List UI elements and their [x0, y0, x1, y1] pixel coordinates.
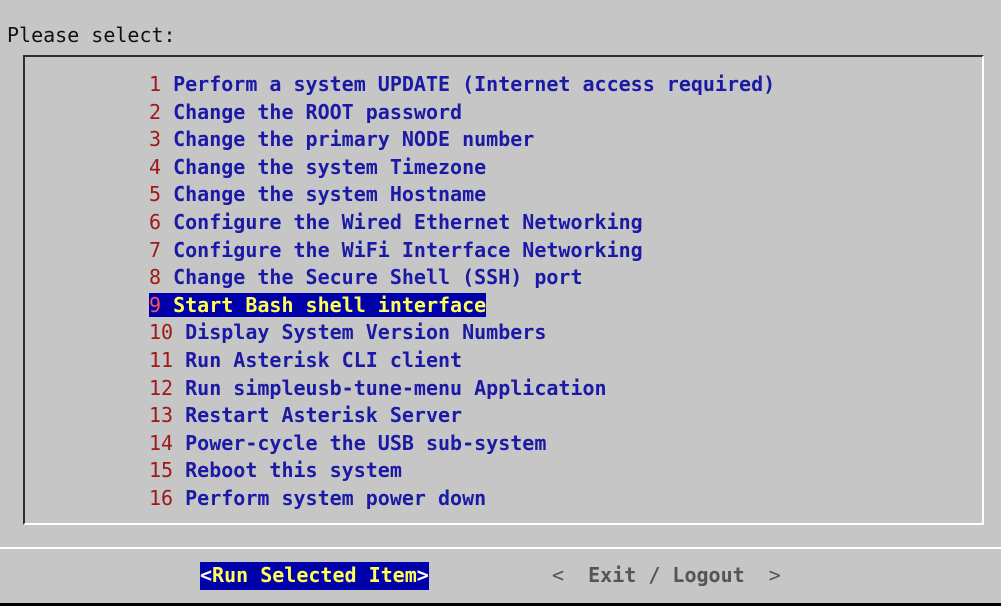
- menu-item-label: Start Bash shell interface: [173, 292, 487, 317]
- menu-item-tag: 13: [149, 403, 174, 428]
- menu-item-2[interactable]: 2 Change the ROOT password: [149, 99, 775, 127]
- menu-item-tag: 16: [149, 485, 174, 510]
- menu-item-5[interactable]: 5 Change the system Hostname: [149, 181, 775, 209]
- menu-item-tag: 6: [149, 209, 162, 234]
- menu-item-tag: 8: [149, 265, 162, 290]
- menu-item-label: Change the primary NODE number: [173, 127, 535, 152]
- menu-item-label: Run Asterisk CLI client: [185, 347, 463, 372]
- menu-item-12[interactable]: 12 Run simpleusb-tune-menu Application: [149, 375, 775, 403]
- menu-item-label: Perform a system UPDATE (Internet access…: [173, 72, 776, 96]
- button-bar: <Run Selected Item> < Exit / Logout >: [0, 556, 1001, 590]
- button-open-bracket: <: [200, 563, 213, 587]
- menu-item-label: Configure the Wired Ethernet Networking: [173, 209, 643, 234]
- menu-item-7[interactable]: 7 Configure the WiFi Interface Networkin…: [149, 237, 775, 265]
- menu-item-tag: 1: [149, 72, 162, 96]
- menu-item-tag: 11: [149, 347, 174, 372]
- menu-item-label: Change the Secure Shell (SSH) port: [173, 265, 583, 290]
- exit-logout-button[interactable]: < Exit / Logout >: [552, 562, 781, 590]
- menu-item-label: Change the ROOT password: [173, 99, 463, 124]
- menu-item-label: Run simpleusb-tune-menu Application: [185, 375, 607, 400]
- menu-item-4[interactable]: 4 Change the system Timezone: [149, 154, 775, 182]
- button-open-bracket: <: [552, 563, 565, 587]
- exit-logout-label: Exit / Logout: [588, 563, 745, 587]
- menu-item-10[interactable]: 10 Display System Version Numbers: [149, 319, 775, 347]
- button-separator: [0, 547, 1001, 549]
- menu-item-6[interactable]: 6 Configure the Wired Ethernet Networkin…: [149, 209, 775, 237]
- menu-item-label: Restart Asterisk Server: [185, 403, 463, 428]
- menu-item-tag: 15: [149, 458, 174, 483]
- menu-dialog: Please select: 1 Perform a system UPDATE…: [0, 6, 1001, 606]
- run-selected-item-label: Run Selected Item: [212, 563, 417, 587]
- menu-item-9[interactable]: 9 Start Bash shell interface: [149, 292, 775, 320]
- menu-item-8[interactable]: 8 Change the Secure Shell (SSH) port: [149, 264, 775, 292]
- menu-item-tag: 5: [149, 182, 162, 207]
- menu-item-label: Display System Version Numbers: [185, 320, 547, 345]
- menu-item-16[interactable]: 16 Perform system power down: [149, 485, 775, 513]
- menu-item-1[interactable]: 1 Perform a system UPDATE (Internet acce…: [149, 71, 775, 99]
- menu-list: 1 Perform a system UPDATE (Internet acce…: [149, 71, 775, 513]
- menu-item-14[interactable]: 14 Power-cycle the USB sub-system: [149, 430, 775, 458]
- menu-item-label: Power-cycle the USB sub-system: [185, 430, 547, 455]
- menu-item-tag: 9: [149, 292, 162, 317]
- menu-item-tag: 4: [149, 154, 162, 179]
- run-selected-item-button[interactable]: <Run Selected Item>: [200, 562, 429, 590]
- menu-item-label: Change the system Timezone: [173, 154, 487, 179]
- menu-item-tag: 14: [149, 430, 174, 455]
- menu-item-label: Reboot this system: [185, 458, 402, 483]
- menu-item-tag: 7: [149, 237, 162, 262]
- menu-item-13[interactable]: 13 Restart Asterisk Server: [149, 402, 775, 430]
- menu-item-11[interactable]: 11 Run Asterisk CLI client: [149, 347, 775, 375]
- menu-item-label: Change the system Hostname: [173, 182, 487, 207]
- menu-item-tag: 3: [149, 127, 162, 152]
- menu-item-15[interactable]: 15 Reboot this system: [149, 457, 775, 485]
- button-close-bracket: >: [768, 563, 781, 587]
- dialog-prompt: Please select:: [7, 23, 176, 47]
- menu-item-tag: 2: [149, 99, 162, 124]
- menu-item-3[interactable]: 3 Change the primary NODE number: [149, 126, 775, 154]
- button-close-bracket: >: [416, 563, 429, 587]
- menu-item-label: Configure the WiFi Interface Networking: [173, 237, 643, 262]
- menu-item-label: Perform system power down: [185, 485, 487, 510]
- menu-item-selected-gap: [161, 292, 174, 317]
- menu-item-tag: 10: [149, 320, 174, 345]
- menu-item-tag: 12: [149, 375, 174, 400]
